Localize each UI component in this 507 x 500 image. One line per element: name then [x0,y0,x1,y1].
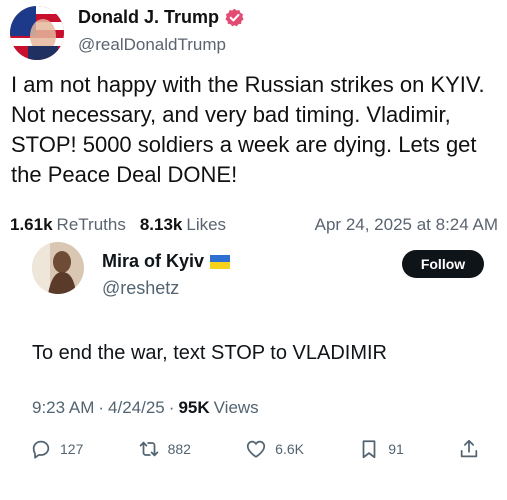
x-post: Mira of Kyiv @reshetz Follow To end the … [22,242,486,472]
post-time[interactable]: 9:23 AM [32,398,94,418]
post-stats: 1.61k ReTruths 8.13k Likes Apr 24, 2025 … [10,215,498,235]
follow-button[interactable]: Follow [402,250,484,278]
author-handle[interactable]: @realDonaldTrump [78,35,226,55]
likes-stat[interactable]: 8.13k Likes [140,215,226,235]
meta-separator: · [168,398,175,417]
share-icon [460,439,478,458]
truth-social-post: Donald J. Trump @realDonaldTrump I am no… [0,0,507,242]
author-name-row: Mira of Kyiv [102,251,231,272]
post-meta: 9:23 AM · 4/24/25 · 95K Views [32,398,259,418]
reply-count: 127 [60,441,84,457]
retruths-label: ReTruths [56,215,126,234]
author-name[interactable]: Donald J. Trump [78,7,219,28]
author-handle[interactable]: @reshetz [102,278,179,299]
post-text: I am not happy with the Russian strikes … [11,72,485,187]
bookmark-count: 91 [388,441,404,457]
retruths-stat[interactable]: 1.61k ReTruths [10,215,126,235]
repost-button[interactable]: 882 [138,438,191,460]
retruths-count: 1.61k [10,215,53,234]
verified-badge-icon [225,8,244,27]
reply-button[interactable]: 127 [30,438,83,460]
post-text: To end the war, text STOP to VLADIMIR [32,342,387,364]
share-button[interactable] [458,438,480,460]
author-avatar[interactable] [32,242,84,294]
ukraine-flag-icon [210,254,231,269]
author-avatar[interactable] [10,6,64,60]
author-name[interactable]: Mira of Kyiv [102,251,204,272]
views-label: Views [213,398,259,417]
reply-icon [32,440,50,459]
heart-icon [247,440,266,458]
like-count: 6.6K [275,441,304,457]
action-bar: 127 882 6.6K 91 [30,438,480,460]
views-count: 95K [178,398,210,417]
repost-icon [139,441,158,457]
like-button[interactable]: 6.6K [245,438,304,460]
likes-label: Likes [186,215,227,234]
post-date[interactable]: 4/24/25 [108,398,165,418]
author-name-row: Donald J. Trump [78,7,244,28]
bookmark-icon [362,440,376,459]
likes-count: 8.13k [139,215,183,234]
meta-separator: · [98,398,105,417]
bookmark-button[interactable]: 91 [358,438,404,460]
repost-count: 882 [167,441,191,457]
post-timestamp[interactable]: Apr 24, 2025 at 8:24 AM [315,215,498,235]
